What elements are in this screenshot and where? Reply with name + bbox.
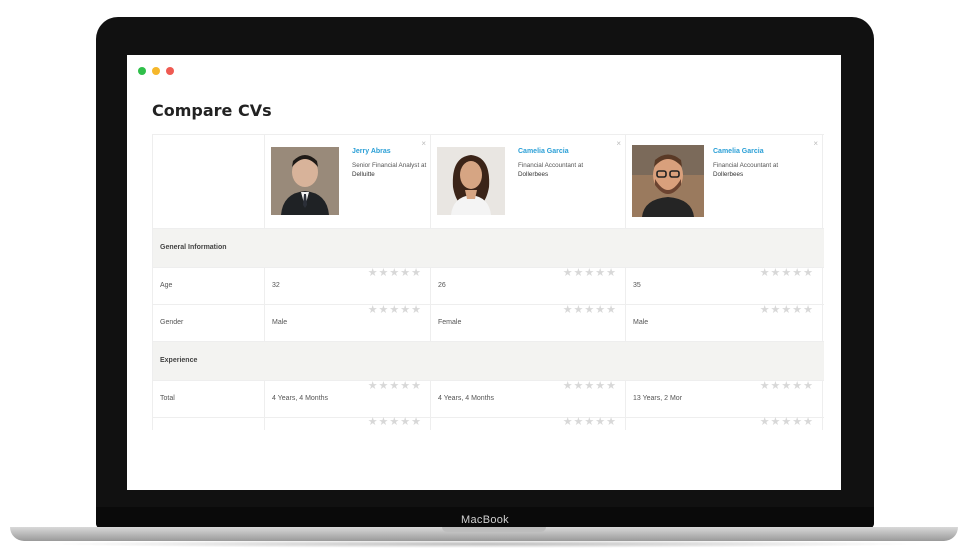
star-rating[interactable]: ★★★★★: [563, 266, 617, 279]
star-rating[interactable]: ★★★★★: [760, 266, 814, 279]
candidate-card: Camelia Garcia Financial Accountant at D…: [431, 135, 626, 228]
candidate-name-link[interactable]: Camelia Garcia: [518, 148, 569, 155]
table-row: Total ★★★★★ 4 Years, 4 Months ★★★★★ 4 Ye…: [153, 379, 824, 418]
at-label: at: [772, 162, 779, 169]
row-label-cell: Age: [153, 268, 265, 304]
value-cell: ★★★★★: [431, 415, 626, 430]
table-row: Age ★★★★★ 32 ★★★★★ 26 ★★★★★ 35: [153, 266, 824, 305]
cell-value: 4 Years, 4 Months: [438, 395, 495, 402]
candidate-role: Financial Accountant at Dollerbees: [518, 161, 598, 179]
section-title: Experience: [160, 357, 198, 364]
role-title: Financial Accountant: [713, 162, 772, 169]
value-cell: ★★★★★ Female: [431, 303, 626, 341]
candidate-role: Financial Accountant at Dollerbees: [713, 161, 793, 179]
avatar: [271, 147, 339, 215]
at-label: at: [577, 162, 584, 169]
star-rating[interactable]: ★★★★★: [368, 415, 422, 428]
value-cell: ★★★★★ 13 Years, 2 Mor: [626, 379, 823, 417]
candidate-header-row: Jerry Abras Senior Financial Analyst at …: [153, 135, 824, 229]
candidate-role: Senior Financial Analyst at Delluitte: [352, 161, 432, 179]
candidate-name-link[interactable]: Jerry Abras: [352, 148, 391, 155]
value-cell: ★★★★★ 4 Years, 4 Months: [431, 379, 626, 417]
remove-candidate-button[interactable]: ×: [813, 139, 818, 148]
compare-table: Jerry Abras Senior Financial Analyst at …: [152, 134, 824, 430]
star-rating[interactable]: ★★★★★: [368, 303, 422, 316]
cell-value: 4 Years, 4 Months: [272, 395, 329, 402]
role-title: Financial Accountant: [518, 162, 577, 169]
company-name: Dollerbees: [518, 171, 549, 178]
candidate-name-link[interactable]: Camelia Garcia: [713, 148, 764, 155]
remove-candidate-button[interactable]: ×: [421, 139, 426, 148]
laptop-notch: [442, 527, 546, 532]
window-controls: [138, 67, 174, 75]
avatar: [632, 145, 704, 217]
laptop-base: [10, 527, 958, 541]
section-header: Experience: [153, 342, 823, 380]
section-title: General Information: [160, 244, 227, 251]
star-rating[interactable]: ★★★★★: [563, 415, 617, 428]
value-cell: ★★★★★ 35: [626, 266, 823, 304]
role-title: Senior Financial Analyst: [352, 162, 420, 169]
page-title: Compare CVs: [152, 101, 272, 120]
star-rating[interactable]: ★★★★★: [368, 266, 422, 279]
close-window-button[interactable]: [166, 67, 174, 75]
company-name: Dollerbees: [713, 171, 744, 178]
section-header: General Information: [153, 229, 823, 267]
brand-label: MacBook: [461, 514, 509, 526]
laptop-shadow: [40, 540, 928, 548]
cell-value: Male: [272, 319, 288, 326]
star-rating[interactable]: ★★★★★: [368, 379, 422, 392]
star-rating[interactable]: ★★★★★: [760, 415, 814, 428]
avatar: [437, 147, 505, 215]
at-label: at: [420, 162, 427, 169]
table-row: ★★★★★ ★★★★★ ★★★★★: [153, 415, 824, 430]
cell-value: 26: [438, 282, 446, 289]
row-label-cell: Gender: [153, 305, 265, 341]
cell-value: Male: [633, 319, 649, 326]
app-window: Compare CVs Jerry Abras Senior Financial…: [127, 55, 841, 490]
section-row: Experience: [153, 342, 824, 381]
row-label: Total: [160, 395, 175, 402]
value-cell: ★★★★★ Male: [626, 303, 823, 341]
cell-value: 32: [272, 282, 280, 289]
value-cell: ★★★★★ 4 Years, 4 Months: [265, 379, 431, 417]
row-label-cell: [153, 418, 265, 430]
cell-value: 13 Years, 2 Mor: [633, 395, 683, 402]
value-cell: ★★★★★: [265, 415, 431, 430]
minimize-window-button[interactable]: [152, 67, 160, 75]
row-label: Gender: [160, 319, 184, 326]
maximize-window-button[interactable]: [138, 67, 146, 75]
remove-candidate-button[interactable]: ×: [616, 139, 621, 148]
star-rating[interactable]: ★★★★★: [563, 303, 617, 316]
company-name: Delluitte: [352, 171, 375, 178]
value-cell: ★★★★★: [626, 415, 823, 430]
empty-header-cell: [153, 135, 265, 228]
star-rating[interactable]: ★★★★★: [760, 303, 814, 316]
laptop-chin: MacBook: [96, 507, 874, 529]
candidate-card: Camelia Garcia Financial Accountant at D…: [626, 135, 823, 228]
value-cell: ★★★★★ 32: [265, 266, 431, 304]
table-row: Gender ★★★★★ Male ★★★★★ Female ★★★★★ Mal…: [153, 303, 824, 342]
value-cell: ★★★★★ Male: [265, 303, 431, 341]
candidate-card: Jerry Abras Senior Financial Analyst at …: [265, 135, 431, 228]
row-label-cell: Total: [153, 381, 265, 417]
row-label: Age: [160, 282, 173, 289]
cell-value: Female: [438, 319, 462, 326]
star-rating[interactable]: ★★★★★: [563, 379, 617, 392]
section-row: General Information: [153, 229, 824, 268]
star-rating[interactable]: ★★★★★: [760, 379, 814, 392]
cell-value: 35: [633, 282, 641, 289]
value-cell: ★★★★★ 26: [431, 266, 626, 304]
